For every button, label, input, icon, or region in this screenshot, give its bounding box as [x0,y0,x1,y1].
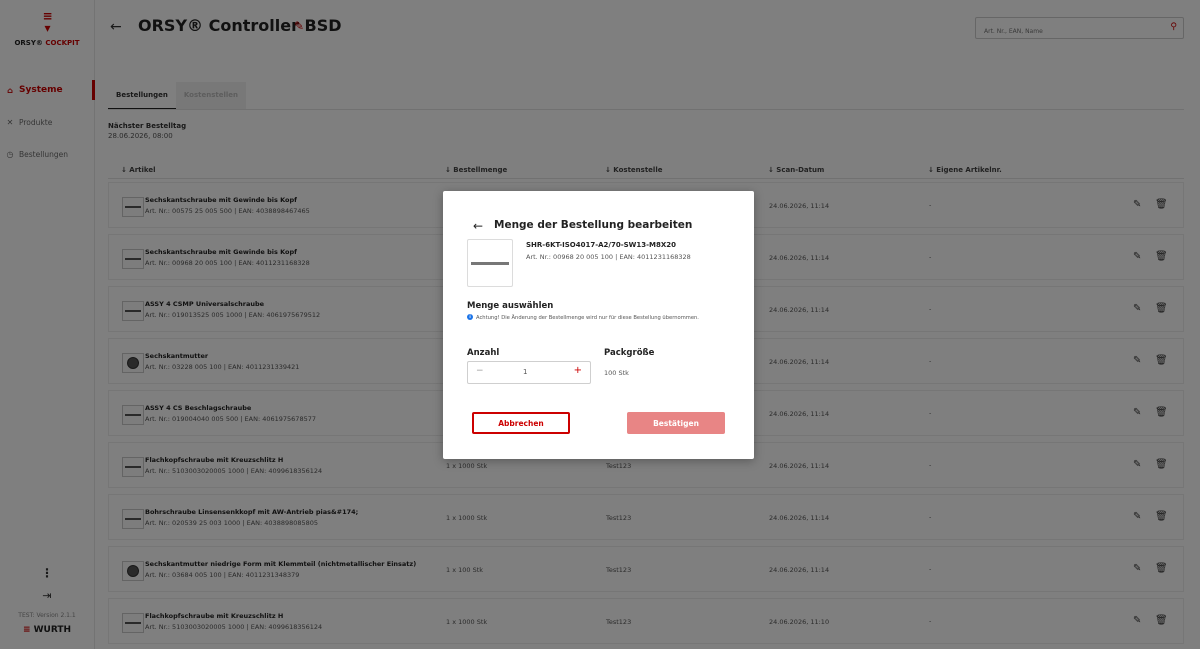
product-image [467,239,513,287]
increment-button[interactable]: + [574,365,582,376]
select-quantity-heading: Menge auswählen [467,301,554,311]
product-article-number: Art. Nr.: 00968 20 005 100 | EAN: 401123… [526,253,691,261]
amount-label: Anzahl [467,348,500,358]
decrement-button[interactable]: − [476,366,484,376]
quantity-value[interactable]: 1 [523,368,527,376]
cancel-button[interactable]: Abbrechen [472,412,570,434]
quantity-stepper: − 1 + [467,361,591,384]
pack-size-value: 100 Stk [604,369,629,377]
pack-size-label: Packgröße [604,348,655,358]
info-icon: i [467,314,473,320]
info-note: Achtung! Die Änderung der Bestellmenge w… [476,315,699,321]
confirm-button[interactable]: Bestätigen [627,412,725,434]
edit-quantity-dialog: ← Menge der Bestellung bearbeiten SHR-6K… [443,191,754,459]
dialog-title: Menge der Bestellung bearbeiten [494,219,693,231]
back-arrow-icon[interactable]: ← [473,219,483,233]
product-code: SHR-6KT-ISO4017-A2/70-SW13-M8X20 [526,241,677,249]
